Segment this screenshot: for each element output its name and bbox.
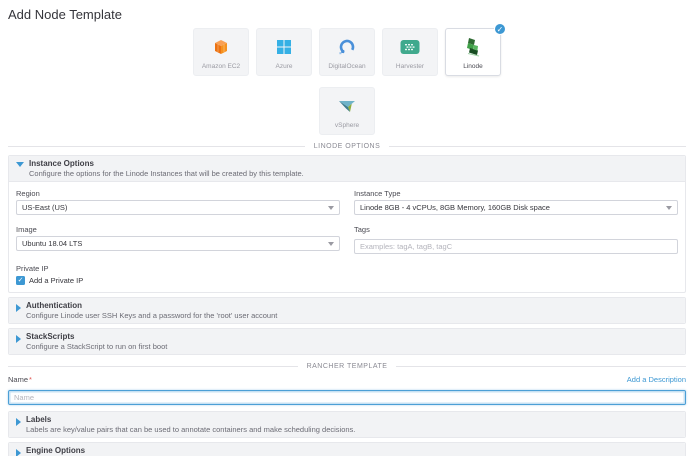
instance-type-label: Instance Type	[354, 189, 678, 198]
provider-card-label: Linode	[463, 63, 483, 71]
name-label: Name*	[8, 375, 32, 384]
private-ip-field: Private IP ✓ Add a Private IP	[16, 264, 678, 285]
rancher-template-divider: RANCHER TEMPLATE	[8, 362, 686, 371]
tags-field: Tags	[354, 225, 678, 254]
name-input-wrap	[8, 387, 686, 405]
instance-type-select-value: Linode 8GB - 4 vCPUs, 8GB Memory, 160GB …	[360, 203, 550, 212]
provider-card-digitalocean[interactable]: DigitalOcean	[319, 28, 375, 76]
chevron-down-icon	[328, 206, 334, 210]
provider-card-vsphere[interactable]: vSphere	[319, 87, 375, 135]
tags-input[interactable]	[354, 239, 678, 254]
add-description-link[interactable]: Add a Description	[627, 375, 686, 384]
tags-label: Tags	[354, 225, 678, 234]
provider-card-label: DigitalOcean	[328, 63, 365, 71]
section-subtitle: Configure Linode user SSH Keys and a pas…	[26, 311, 277, 320]
chevron-down-icon	[666, 206, 672, 210]
section-title: Authentication	[26, 301, 277, 310]
private-ip-label: Private IP	[16, 264, 678, 273]
provider-card-linode[interactable]: ✓ Linode	[445, 28, 501, 76]
page-title: Add Node Template	[8, 8, 686, 22]
stackscripts-header[interactable]: StackScripts Configure a StackScript to …	[9, 329, 685, 354]
region-field: Region US-East (US)	[16, 189, 340, 215]
provider-card-azure[interactable]: Azure	[256, 28, 312, 76]
vsphere-icon	[337, 95, 357, 117]
linode-options-divider: LINODE OPTIONS	[8, 142, 686, 151]
rancher-template-heading: RANCHER TEMPLATE	[307, 362, 388, 371]
instance-type-select[interactable]: Linode 8GB - 4 vCPUs, 8GB Memory, 160GB …	[354, 200, 678, 215]
section-subtitle: Configure a StackScript to run on first …	[26, 342, 167, 351]
image-select-value: Ubuntu 18.04 LTS	[22, 239, 82, 248]
instance-options-body: Region US-East (US) Instance Type Linode…	[9, 182, 685, 292]
engine-options-header[interactable]: Engine Options Customize the configurati…	[9, 443, 685, 456]
provider-card-label: vSphere	[335, 122, 359, 130]
provider-cards-row-1: Amazon EC2 Azure DigitalOcean Harvester …	[8, 28, 686, 76]
engine-options-section: Engine Options Customize the configurati…	[8, 442, 686, 456]
provider-cards-row-2: vSphere	[8, 87, 686, 135]
region-select[interactable]: US-East (US)	[16, 200, 340, 215]
instance-options-header[interactable]: Instance Options Configure the options f…	[9, 156, 685, 182]
labels-header[interactable]: Labels Labels are key/value pairs that c…	[9, 412, 685, 437]
region-select-value: US-East (US)	[22, 203, 67, 212]
caret-right-icon	[16, 449, 21, 456]
caret-down-icon	[16, 162, 24, 167]
instance-type-field: Instance Type Linode 8GB - 4 vCPUs, 8GB …	[354, 189, 678, 215]
caret-right-icon	[16, 335, 21, 343]
caret-right-icon	[16, 418, 21, 426]
selected-check-icon: ✓	[494, 23, 506, 35]
add-private-ip-checkbox-row[interactable]: ✓ Add a Private IP	[16, 276, 678, 285]
digitalocean-icon	[338, 36, 356, 58]
region-label: Region	[16, 189, 340, 198]
provider-card-label: Azure	[276, 63, 293, 71]
provider-card-harvester[interactable]: Harvester	[382, 28, 438, 76]
chevron-down-icon	[328, 242, 334, 246]
labels-section: Labels Labels are key/value pairs that c…	[8, 411, 686, 438]
section-title: Instance Options	[29, 159, 304, 168]
provider-card-label: Amazon EC2	[202, 63, 240, 71]
provider-card-amazon-ec2[interactable]: Amazon EC2	[193, 28, 249, 76]
required-marker: *	[29, 375, 32, 384]
checkbox-checked-icon[interactable]: ✓	[16, 276, 25, 285]
authentication-section: Authentication Configure Linode user SSH…	[8, 297, 686, 324]
add-private-ip-checkbox-label: Add a Private IP	[29, 276, 83, 285]
image-select[interactable]: Ubuntu 18.04 LTS	[16, 236, 340, 251]
harvester-icon	[400, 36, 420, 58]
section-subtitle: Labels are key/value pairs that can be u…	[26, 425, 355, 434]
image-label: Image	[16, 225, 340, 234]
stackscripts-section: StackScripts Configure a StackScript to …	[8, 328, 686, 355]
linode-icon	[464, 36, 482, 58]
linode-options-heading: LINODE OPTIONS	[314, 142, 381, 151]
section-title: StackScripts	[26, 332, 167, 341]
section-title: Engine Options	[26, 446, 195, 455]
authentication-header[interactable]: Authentication Configure Linode user SSH…	[9, 298, 685, 323]
instance-options-section: Instance Options Configure the options f…	[8, 155, 686, 293]
caret-right-icon	[16, 304, 21, 312]
azure-icon	[276, 36, 292, 58]
section-title: Labels	[26, 415, 355, 424]
name-row: Name* Add a Description	[8, 375, 686, 384]
provider-card-label: Harvester	[396, 63, 424, 71]
name-input[interactable]	[8, 390, 686, 405]
section-subtitle: Configure the options for the Linode Ins…	[29, 169, 304, 178]
image-field: Image Ubuntu 18.04 LTS	[16, 225, 340, 254]
amazon-ec2-icon	[212, 36, 230, 58]
